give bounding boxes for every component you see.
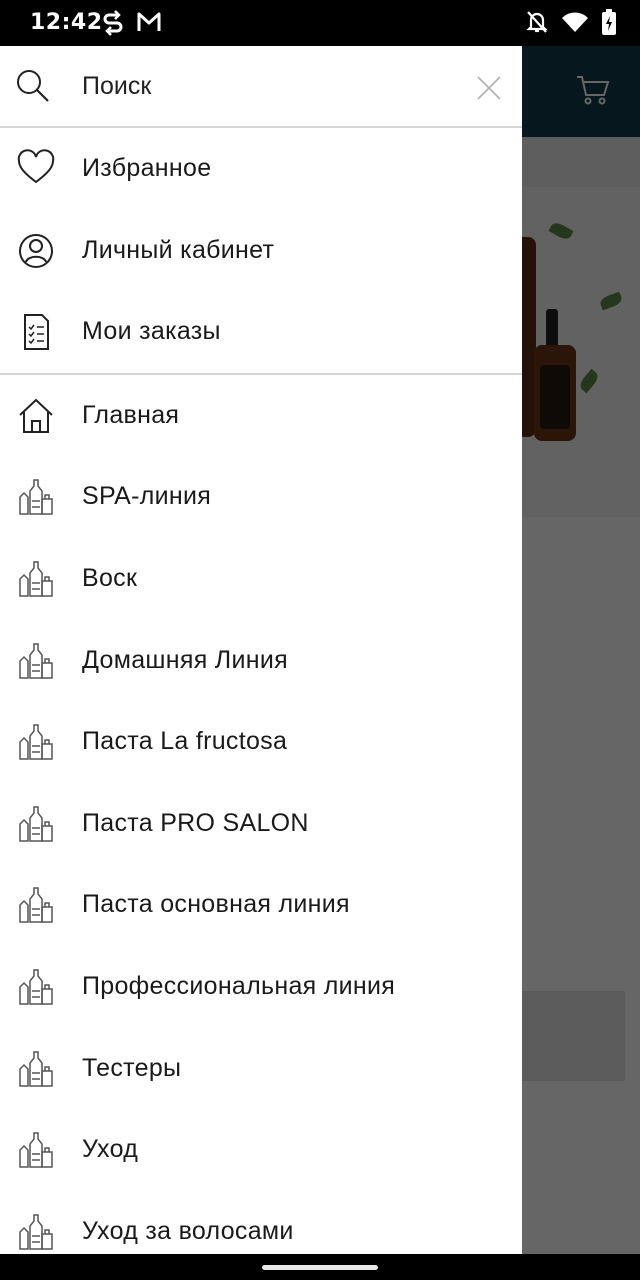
- wifi-icon: [562, 11, 588, 38]
- menu-item-label: Паста La fructosa: [82, 727, 288, 756]
- menu-item-testers[interactable]: Тестеры: [0, 1028, 522, 1110]
- search-icon: [15, 68, 51, 109]
- menu-item-label: Мои заказы: [82, 317, 221, 346]
- menu-item-label: Уход: [82, 1135, 139, 1164]
- products-icon: [16, 804, 56, 844]
- home-indicator[interactable]: [262, 1265, 378, 1270]
- menu-item-label: Главная: [82, 400, 180, 429]
- notifications-off-icon: [526, 10, 548, 39]
- search-input[interactable]: [82, 66, 452, 106]
- menu-item-professional-line[interactable]: Профессиональная линия: [0, 946, 522, 1028]
- products-icon: [16, 641, 56, 681]
- menu-item-wax[interactable]: Воск: [0, 538, 522, 620]
- menu-item-label: Воск: [82, 563, 138, 592]
- products-icon: [16, 1212, 56, 1252]
- menu-item-label: Уход за волосами: [82, 1216, 294, 1245]
- menu-item-label: Паста основная линия: [82, 890, 350, 919]
- menu-item-orders[interactable]: Мои заказы: [0, 291, 522, 373]
- menu-item-spa-line[interactable]: SPA-линия: [0, 456, 522, 538]
- menu-item-account[interactable]: Личный кабинет: [0, 210, 522, 292]
- menu-item-label: Избранное: [82, 154, 212, 182]
- search-bar: [0, 46, 522, 128]
- menu-item-label: Паста PRO SALON: [82, 808, 309, 837]
- menu-item-label: Тестеры: [82, 1053, 182, 1082]
- battery-charging-icon: [602, 9, 616, 40]
- menu-item-care[interactable]: Уход: [0, 1109, 522, 1191]
- menu-item-home-line[interactable]: Домашняя Линия: [0, 620, 522, 702]
- menu-item-hair-care[interactable]: Уход за волосами: [0, 1191, 522, 1254]
- menu-item-label: Личный кабинет: [82, 235, 275, 264]
- products-icon: [16, 722, 56, 762]
- user-icon: [16, 231, 56, 271]
- menu-item-label: Домашняя Линия: [82, 645, 288, 674]
- menu-item-paste-la-fructosa[interactable]: Паста La fructosa: [0, 701, 522, 783]
- products-icon: [16, 1049, 56, 1089]
- gmail-icon: [136, 10, 162, 41]
- menu-item-favorites[interactable]: Избранное: [0, 128, 522, 210]
- orders-icon: [16, 312, 56, 352]
- navigation-drawer: Избранное Личный кабинет Мои заказы Глав…: [0, 46, 522, 1254]
- products-icon: [16, 1130, 56, 1170]
- products-icon: [16, 885, 56, 925]
- sync-icon: [102, 10, 124, 41]
- menu-item-home[interactable]: Главная: [0, 375, 522, 457]
- heart-icon: [16, 149, 56, 189]
- products-icon: [16, 967, 56, 1007]
- menu-item-paste-pro-salon[interactable]: Паста PRO SALON: [0, 783, 522, 865]
- products-icon: [16, 477, 56, 517]
- menu-item-label: Профессиональная линия: [82, 971, 396, 1000]
- menu-item-label: SPA-линия: [82, 482, 212, 511]
- close-icon[interactable]: [476, 75, 502, 106]
- status-bar: 12:42: [0, 0, 640, 46]
- status-time: 12:42: [30, 10, 103, 35]
- navigation-bar: [0, 1254, 640, 1280]
- home-icon: [16, 396, 56, 436]
- products-icon: [16, 559, 56, 599]
- menu-item-paste-main-line[interactable]: Паста основная линия: [0, 864, 522, 946]
